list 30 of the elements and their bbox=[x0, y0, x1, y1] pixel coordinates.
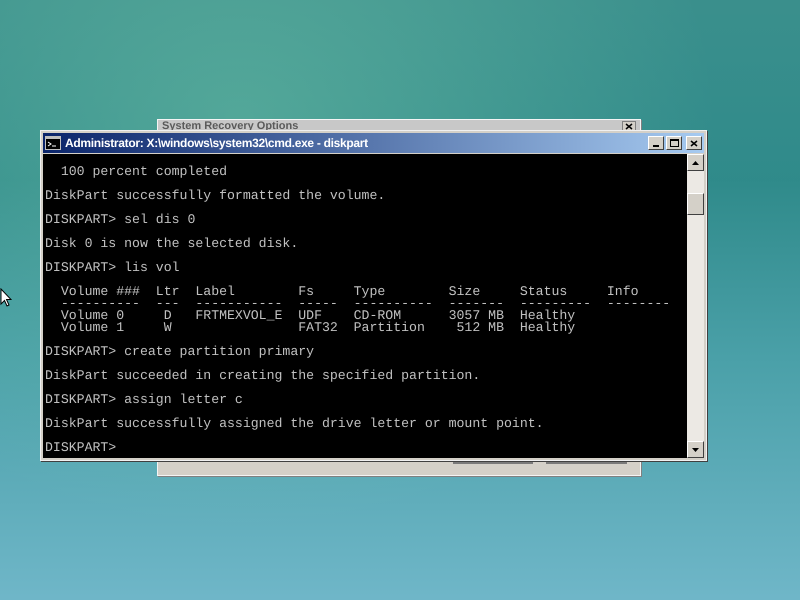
mouse-pointer-icon bbox=[0, 288, 12, 308]
console-line: DiskPart successfully formatted the volume. bbox=[45, 190, 386, 202]
up-arrow-icon bbox=[692, 160, 699, 164]
console-line: DISKPART> bbox=[45, 442, 118, 454]
console-line: DISKPART> assign letter c bbox=[45, 394, 244, 406]
dialog-title: System Recovery Options bbox=[162, 120, 298, 133]
console-line: DISKPART> sel dis 0 bbox=[45, 214, 196, 226]
minimize-icon bbox=[653, 145, 659, 147]
down-arrow-icon bbox=[692, 448, 699, 452]
console-line: Volume 1 W FAT32 Partition 512 MB Healthy bbox=[60, 322, 576, 334]
console-line: Volume 0 D FRTMEXVOL_E UDF CD-ROM 3057 MB Healthy bbox=[60, 310, 576, 322]
console-icon bbox=[45, 136, 61, 150]
console-line: DiskPart successfully assigned the drive letter or mount point. bbox=[45, 418, 545, 430]
console-line: DISKPART> create partition primary bbox=[45, 346, 316, 358]
maximize-button[interactable] bbox=[666, 136, 682, 150]
console-line: DISKPART> lis vol bbox=[45, 262, 181, 274]
scroll-thumb[interactable] bbox=[687, 193, 704, 215]
console-line: 100 percent completed bbox=[60, 166, 228, 178]
window-title: Administrator: X:\windows\system32\cmd.exe - diskpart bbox=[65, 135, 369, 152]
scrollbar[interactable] bbox=[687, 154, 704, 458]
console-line: DiskPart succeeded in creating the specified partition. bbox=[45, 370, 482, 382]
maximize-icon bbox=[670, 139, 678, 147]
console-line: ---------- --- ----------- ----- ---------- ------- --------- -------- bbox=[60, 298, 672, 310]
scroll-up-button[interactable] bbox=[687, 154, 704, 171]
console-line: Volume ### Ltr Label Fs Type Size Status Info bbox=[60, 286, 640, 298]
close-icon bbox=[625, 123, 633, 130]
minimize-button[interactable] bbox=[648, 136, 664, 150]
console-line: Disk 0 is now the selected disk. bbox=[45, 238, 300, 250]
scroll-down-button[interactable] bbox=[687, 441, 704, 458]
close-icon bbox=[690, 140, 698, 146]
